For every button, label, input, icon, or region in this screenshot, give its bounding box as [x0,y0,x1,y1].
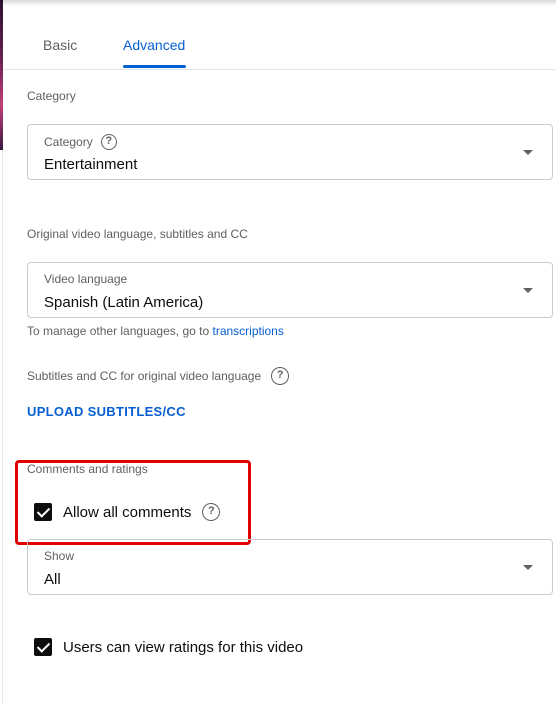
dropdown-arrow-icon [523,150,533,155]
tab-basic[interactable]: Basic [43,37,77,53]
ratings-label: Users can view ratings for this video [63,638,304,656]
category-select-label-row: Category ? [44,134,117,150]
hint-text: To manage other languages, go to [27,324,210,338]
panel-divider [2,150,3,703]
dropdown-arrow-icon [523,288,533,293]
subtitles-label: Subtitles and CC for original video lang… [27,369,262,383]
active-tab-indicator [123,65,186,68]
tab-advanced[interactable]: Advanced [123,37,185,53]
category-select[interactable]: Category ? Entertainment [27,124,553,180]
language-heading: Original video language, subtitles and C… [27,227,248,241]
ratings-row[interactable]: Users can view ratings for this video [34,638,303,656]
tab-bar: Basic Advanced [3,0,556,70]
manage-languages-hint: To manage other languages, go to transcr… [27,324,284,338]
ratings-checkbox[interactable] [34,638,52,656]
upload-subtitles-button[interactable]: UPLOAD SUBTITLES/CC [27,404,186,419]
allow-comments-row[interactable]: Allow all comments ? [34,503,221,521]
show-select-value: All [44,571,61,588]
help-icon[interactable]: ? [202,503,221,521]
transcriptions-link[interactable]: transcriptions [212,324,283,338]
category-select-value: Entertainment [44,156,138,173]
video-language-label: Video language [44,272,128,286]
allow-comments-checkbox[interactable] [34,503,52,521]
comments-heading: Comments and ratings [27,462,148,476]
dropdown-arrow-icon [523,565,533,570]
help-icon[interactable]: ? [100,134,117,150]
help-icon[interactable]: ? [271,367,290,385]
comments-show-select[interactable]: Show All [27,539,553,595]
video-language-value: Spanish (Latin America) [44,294,204,311]
top-shadow [3,0,556,6]
category-heading: Category [27,89,76,103]
video-language-select[interactable]: Video language Spanish (Latin America) [27,262,553,318]
subtitles-row: Subtitles and CC for original video lang… [27,367,290,385]
category-select-label: Category [44,135,93,149]
allow-comments-label: Allow all comments [63,503,192,521]
show-select-label: Show [44,549,75,563]
